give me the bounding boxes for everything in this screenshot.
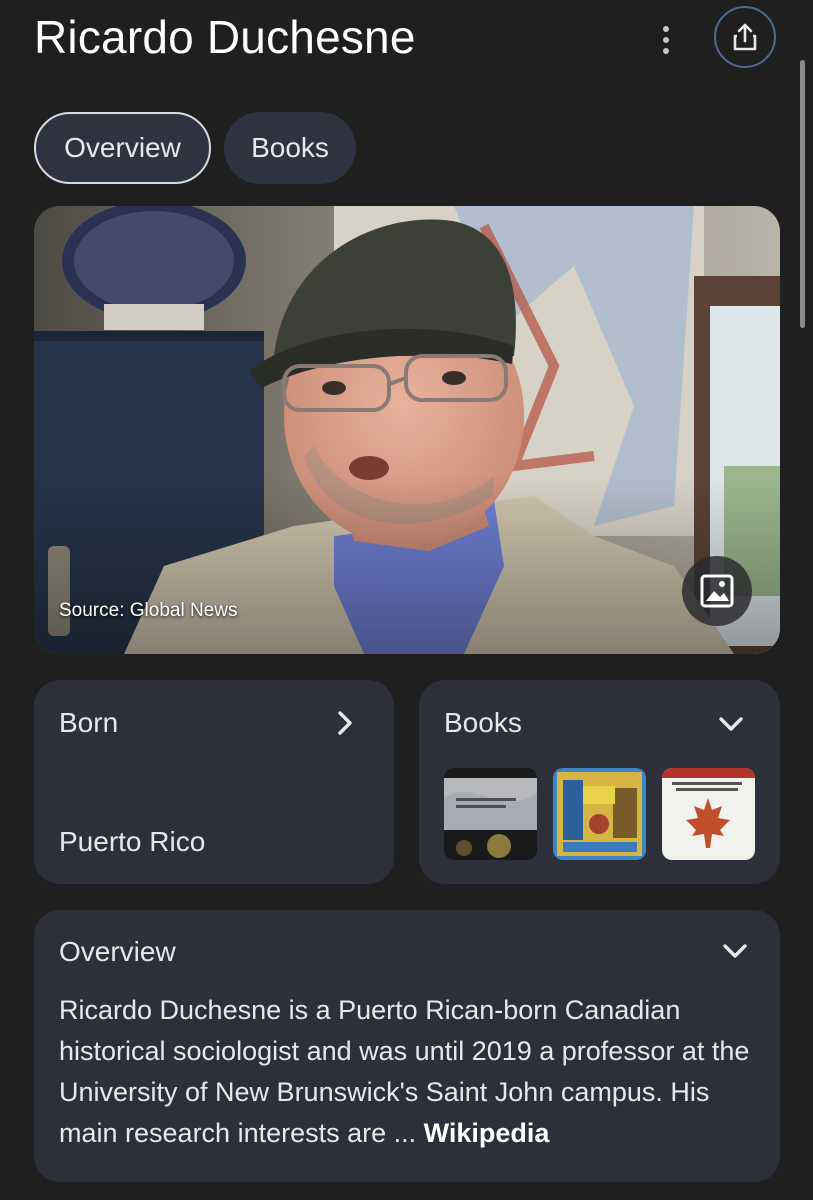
page-title: Ricardo Duchesne: [34, 11, 416, 63]
tab-overview[interactable]: Overview: [34, 112, 211, 184]
knowledge-panel: Ricardo Duchesne Overview Books Source: …: [0, 0, 813, 1200]
share-icon: [733, 23, 757, 51]
overview-label: Overview: [59, 936, 176, 967]
more-options-icon[interactable]: [648, 20, 684, 60]
book-cover-ruin[interactable]: [553, 768, 646, 860]
books-label: Books: [444, 707, 522, 738]
tab-books[interactable]: Books: [224, 112, 356, 184]
image-source-caption: Source: Global News: [59, 600, 238, 621]
overview-description: Ricardo Duchesne is a Puerto Rican-born …: [59, 990, 764, 1154]
overview-card: Overview Ricardo Duchesne is a Puerto Ri…: [34, 910, 780, 1182]
chevron-down-icon[interactable]: [720, 936, 750, 966]
born-card[interactable]: Born Puerto Rico: [34, 680, 394, 884]
book-cover-uniqueness-western-civilization[interactable]: [444, 768, 537, 860]
portrait-image: [34, 206, 780, 654]
share-button[interactable]: [714, 6, 776, 68]
born-label: Born: [59, 707, 119, 738]
scrollbar[interactable]: [800, 60, 805, 328]
chevron-down-icon[interactable]: [716, 709, 746, 739]
book-cover-maple-leaf[interactable]: [662, 768, 755, 860]
wikipedia-link[interactable]: Wikipedia: [424, 1118, 550, 1148]
born-value: Puerto Rico: [59, 826, 206, 857]
image-icon: [700, 574, 734, 608]
chevron-right-icon: [338, 711, 352, 735]
books-card[interactable]: Books: [419, 680, 780, 884]
overview-ellipsis: ...: [393, 1118, 424, 1148]
profile-photo[interactable]: Source: Global News: [34, 206, 780, 654]
view-images-button[interactable]: [682, 556, 752, 626]
